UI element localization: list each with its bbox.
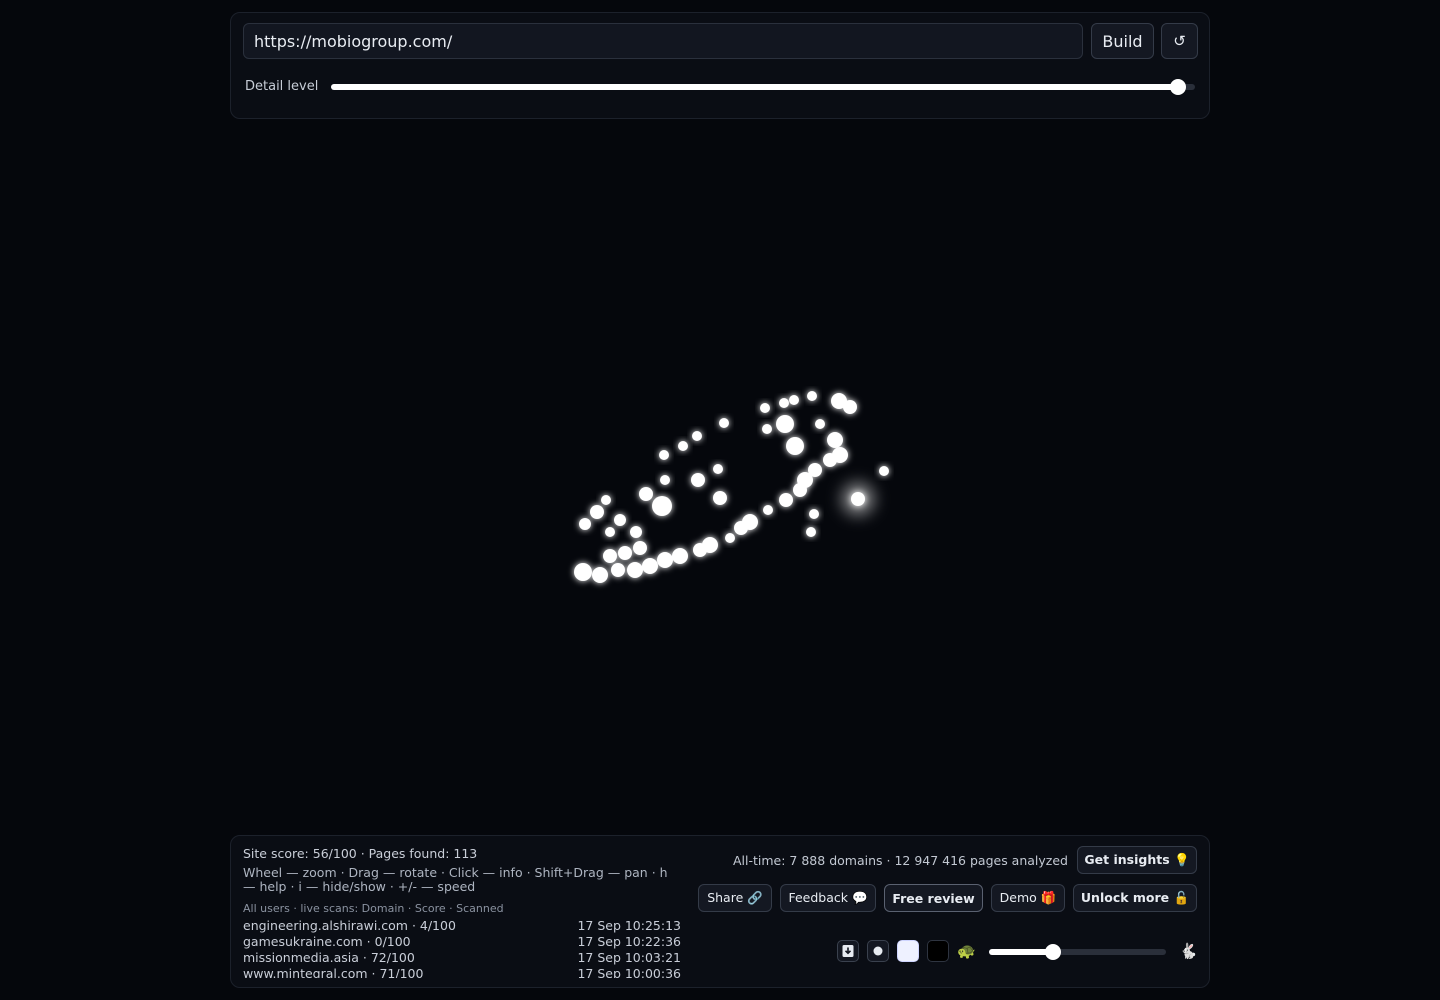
graph-node[interactable] (574, 563, 592, 581)
graph-node[interactable] (652, 496, 672, 516)
scan-time: 17 Sep 10:22:36 (577, 934, 681, 949)
live-scans-header: All users · live scans: Domain · Score ·… (243, 902, 504, 915)
graph-node[interactable] (630, 526, 642, 538)
graph-node[interactable] (642, 558, 658, 574)
graph-node[interactable] (779, 398, 789, 408)
reset-icon: ↺ (1173, 32, 1186, 50)
graph-node[interactable] (762, 424, 772, 434)
graph-node[interactable] (605, 527, 615, 537)
alltime-stats: All-time: 7 888 domains · 12 947 416 pag… (733, 853, 1068, 868)
scan-time: 17 Sep 10:00:36 (577, 966, 681, 978)
graph-node[interactable] (789, 395, 799, 405)
graph-node[interactable] (693, 543, 707, 557)
get-insights-button[interactable]: Get insights 💡 (1077, 846, 1197, 874)
dot-icon (873, 946, 883, 956)
rabbit-icon: 🐇 (1179, 942, 1198, 960)
graph-node[interactable] (692, 431, 702, 441)
graph-node[interactable] (614, 514, 626, 526)
dark-theme-button[interactable] (927, 940, 949, 962)
reset-button[interactable]: ↺ (1161, 23, 1198, 59)
graph-node[interactable] (713, 464, 723, 474)
graph-node[interactable] (639, 487, 653, 501)
graph-node[interactable] (618, 546, 632, 560)
list-item[interactable]: gamesukraine.com · 0/100 17 Sep 10:22:36 (243, 934, 681, 950)
graph-node[interactable] (851, 492, 865, 506)
list-item[interactable]: missionmedia.asia · 72/100 17 Sep 10:03:… (243, 950, 681, 966)
free-review-button[interactable]: Free review (884, 884, 983, 912)
graph-node[interactable] (809, 509, 819, 519)
build-button[interactable]: Build (1091, 23, 1154, 59)
list-item[interactable]: engineering.alshirawi.com · 4/100 17 Sep… (243, 918, 681, 934)
graph-node[interactable] (611, 563, 625, 577)
graph-node[interactable] (815, 419, 825, 429)
demo-button[interactable]: Demo 🎁 (991, 884, 1065, 912)
graph-node[interactable] (807, 391, 817, 401)
graph-node[interactable] (601, 495, 611, 505)
speed-fill (989, 949, 1053, 955)
graph-node[interactable] (592, 567, 608, 583)
download-icon (842, 945, 854, 957)
scan-domain: engineering.alshirawi.com · 4/100 (243, 918, 456, 933)
graph-node[interactable] (806, 527, 816, 537)
top-panel: Build ↺ Detail level (230, 12, 1210, 119)
graph-node[interactable] (660, 475, 670, 485)
graph-node[interactable] (734, 521, 748, 535)
graph-node[interactable] (823, 453, 837, 467)
scan-time: 17 Sep 10:25:13 (577, 918, 681, 933)
graph-node[interactable] (627, 562, 643, 578)
graph-node[interactable] (657, 552, 673, 568)
help-text: Wheel — zoom · Drag — rotate · Click — i… (243, 865, 668, 894)
graph-node[interactable] (579, 518, 591, 530)
graph-node[interactable] (760, 403, 770, 413)
scan-domain: missionmedia.asia · 72/100 (243, 950, 415, 965)
graph-node[interactable] (719, 418, 729, 428)
site-score: Site score: 56/100 · Pages found: 113 (243, 846, 478, 861)
graph-nodes[interactable] (574, 391, 889, 583)
graph-node[interactable] (827, 432, 843, 448)
graph-node[interactable] (793, 483, 807, 497)
graph-node[interactable] (779, 493, 793, 507)
turtle-icon: 🐢 (957, 942, 976, 960)
live-scans-list: engineering.alshirawi.com · 4/100 17 Sep… (243, 918, 681, 978)
graph-node[interactable] (843, 400, 857, 414)
detail-level-slider[interactable] (331, 79, 1195, 95)
bottom-panel: Site score: 56/100 · Pages found: 113 Wh… (230, 835, 1210, 988)
graph-node[interactable] (691, 473, 705, 487)
graph-node[interactable] (659, 450, 669, 460)
list-item[interactable]: www.mintegral.com · 71/100 17 Sep 10:00:… (243, 966, 681, 978)
feedback-button[interactable]: Feedback 💬 (780, 884, 876, 912)
graph-node[interactable] (672, 548, 688, 564)
graph-node[interactable] (763, 505, 773, 515)
graph-node[interactable] (776, 415, 794, 433)
graph-node[interactable] (725, 533, 735, 543)
detail-level-thumb[interactable] (1169, 79, 1186, 95)
node-style-button[interactable] (867, 940, 889, 962)
light-theme-button[interactable] (897, 940, 919, 962)
graph-node[interactable] (633, 541, 647, 555)
download-button[interactable] (837, 940, 859, 962)
share-button[interactable]: Share 🔗 (698, 884, 772, 912)
scan-domain: www.mintegral.com · 71/100 (243, 966, 424, 978)
scan-domain: gamesukraine.com · 0/100 (243, 934, 411, 949)
unlock-more-button[interactable]: Unlock more 🔓 (1073, 884, 1197, 912)
url-input[interactable] (243, 23, 1083, 59)
detail-level-fill (331, 84, 1178, 90)
scan-time: 17 Sep 10:03:21 (577, 950, 681, 965)
graph-node[interactable] (603, 549, 617, 563)
graph-node[interactable] (879, 466, 889, 476)
graph-node[interactable] (678, 441, 688, 451)
graph-node[interactable] (713, 491, 727, 505)
speed-thumb[interactable] (1044, 944, 1061, 960)
graph-node[interactable] (590, 505, 604, 519)
speed-slider[interactable] (989, 944, 1166, 960)
graph-node[interactable] (786, 437, 804, 455)
detail-level-label: Detail level (245, 79, 319, 94)
